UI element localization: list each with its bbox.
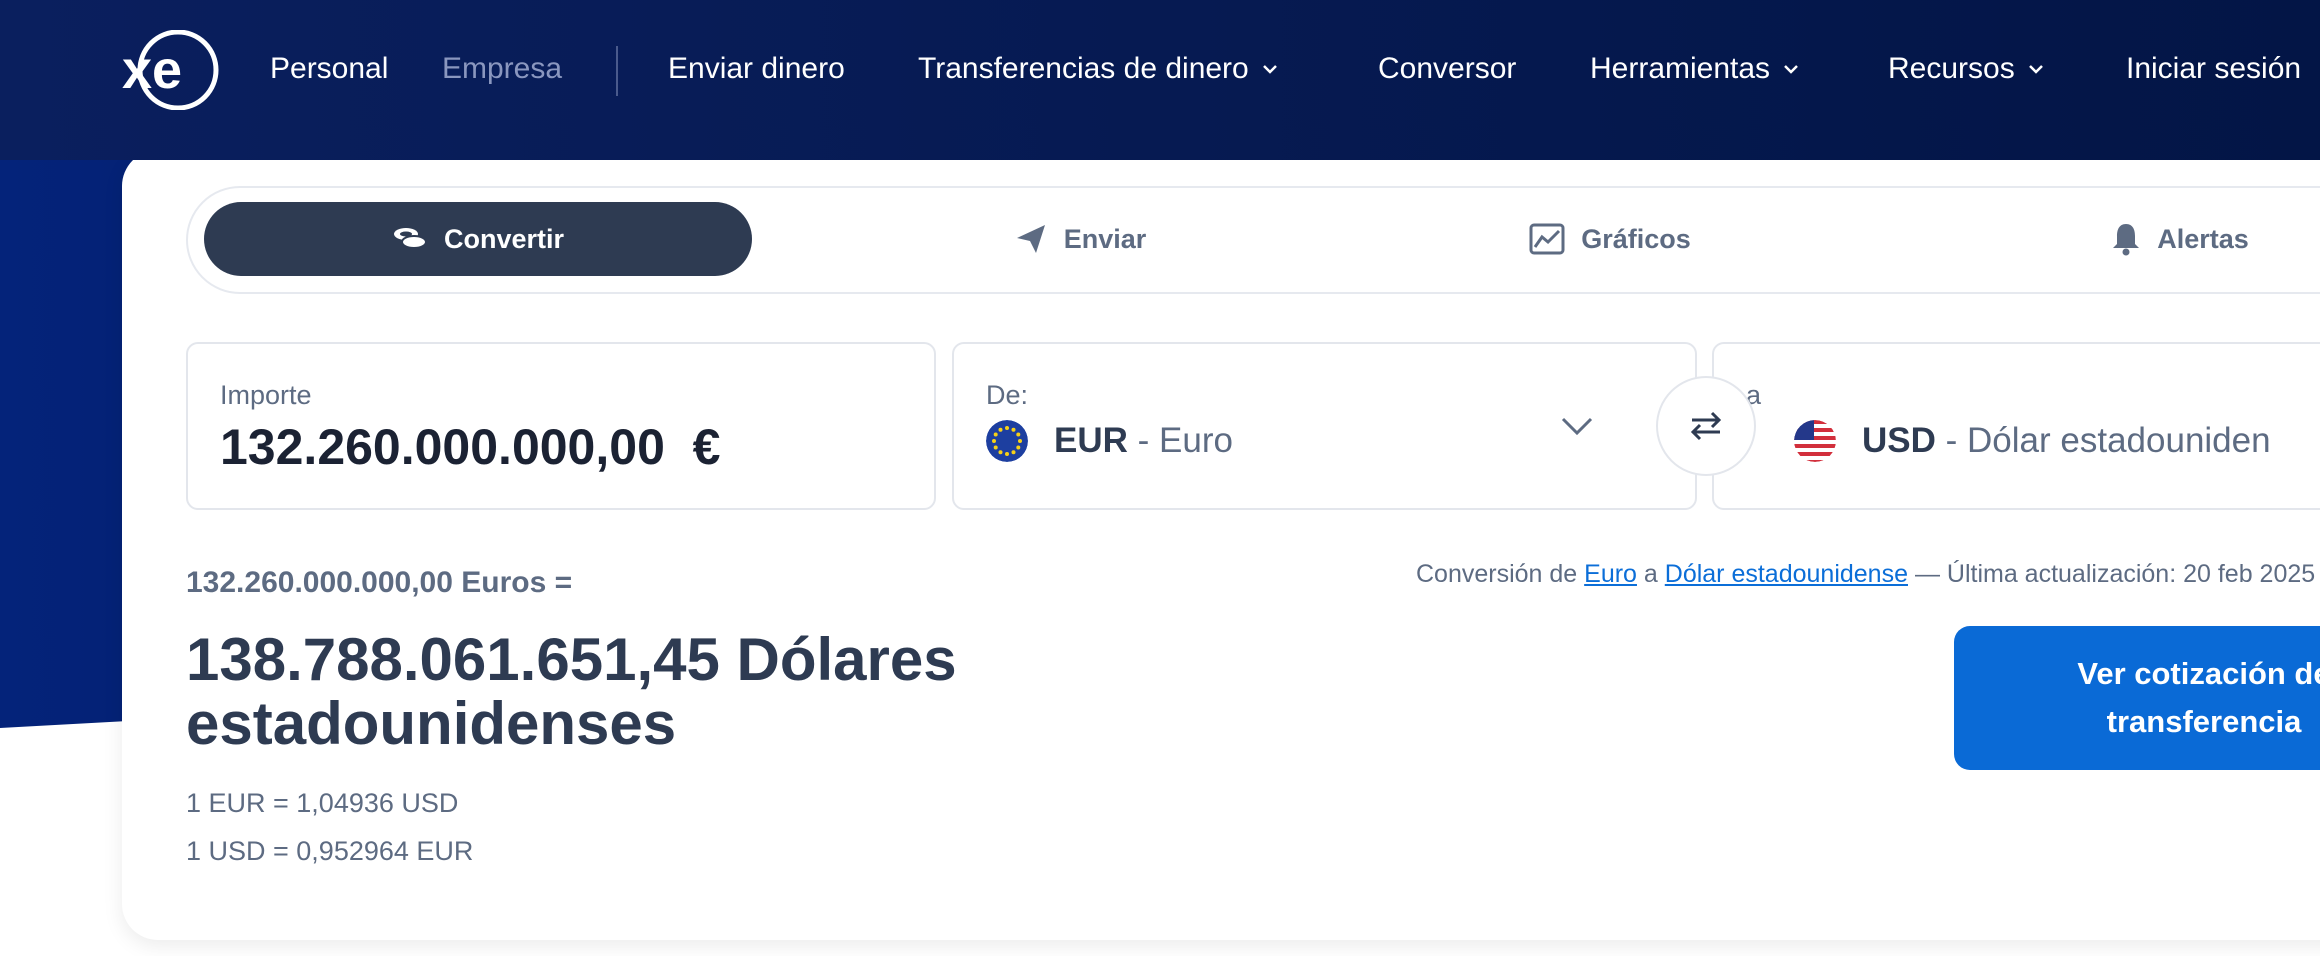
from-currency-code: EUR — [1054, 421, 1128, 460]
amount-label: Importe — [220, 380, 312, 410]
from-label: De: — [986, 380, 1029, 410]
chart-icon — [1529, 223, 1565, 255]
to-currency-code: USD — [1862, 421, 1936, 460]
swap-currencies-button[interactable] — [1656, 376, 1756, 476]
chevron-down-icon — [1262, 65, 1277, 74]
to-currency-name: Dólar estadouniden — [1967, 421, 2271, 460]
nav-herramientas[interactable]: Herramientas — [1590, 52, 1800, 86]
conversion-result: 138.788.061.651,45 Dólares estadounidens… — [186, 626, 957, 757]
currency-symbol: € — [692, 419, 721, 475]
nav-divider — [616, 46, 618, 96]
tab-graficos[interactable]: Gráficos — [1510, 202, 1710, 276]
chevron-down-icon — [1784, 65, 1798, 74]
to-currency-select[interactable]: a USD - Dólar estadouniden — [1712, 342, 2320, 510]
rate-eur-usd: 1 EUR = 1,04936 USD — [186, 788, 459, 818]
swap-arrows-icon — [1690, 411, 1722, 441]
nav-recursos[interactable]: Recursos — [1888, 52, 2045, 86]
top-navbar: xe Personal Empresa Enviar dinero Transf… — [0, 0, 2320, 160]
from-amount-line: 132.260.000.000,00 Euros = — [186, 566, 573, 599]
xe-logo[interactable]: xe — [118, 30, 224, 110]
from-currency-select[interactable]: De: EUR - Euro — [952, 342, 1697, 510]
amount-value[interactable]: 132.260.000.000,00 € — [220, 418, 720, 476]
view-transfer-quote-button[interactable]: Ver cotización de transferencia — [1954, 626, 2320, 770]
svg-text:xe: xe — [122, 40, 182, 100]
amount-field[interactable]: Importe 132.260.000.000,00 € — [186, 342, 936, 510]
nav-enviar-dinero[interactable]: Enviar dinero — [668, 52, 845, 86]
nav-transferencias[interactable]: Transferencias de dinero — [918, 52, 1279, 86]
rate-usd-eur: 1 USD = 0,952964 EUR — [186, 836, 474, 866]
conversion-note: Conversión de Euro a Dólar estadounidens… — [1416, 560, 2316, 588]
chevron-down-icon[interactable] — [1560, 414, 1594, 438]
tab-enviar[interactable]: Enviar — [960, 202, 1200, 276]
nav-conversor[interactable]: Conversor — [1378, 52, 1516, 86]
us-flag-icon — [1794, 420, 1836, 462]
chevron-down-icon — [2028, 65, 2043, 74]
nav-empresa[interactable]: Empresa — [442, 52, 562, 86]
tab-convertir[interactable]: Convertir — [204, 202, 752, 276]
euro-link[interactable]: Euro — [1584, 560, 1637, 588]
tab-alertas[interactable]: Alertas — [2090, 202, 2270, 276]
eu-flag-icon — [986, 420, 1028, 462]
from-currency-name: Euro — [1159, 421, 1233, 460]
coins-icon — [393, 228, 427, 249]
send-icon — [1016, 225, 1045, 253]
usd-link[interactable]: Dólar estadounidense — [1665, 560, 1908, 588]
nav-personal[interactable]: Personal — [270, 52, 388, 86]
nav-iniciar-sesion[interactable]: Iniciar sesión — [2126, 52, 2301, 86]
bell-icon — [2113, 224, 2140, 256]
